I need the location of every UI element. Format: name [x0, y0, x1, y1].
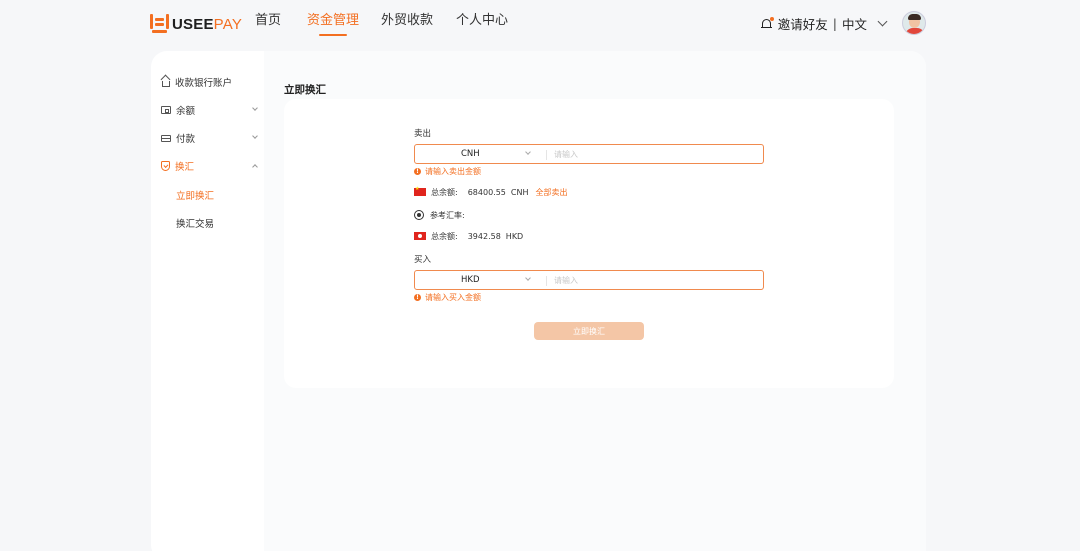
logo-text-part1: USEE	[172, 15, 214, 33]
avatar[interactable]	[902, 11, 926, 35]
sidebar-item-label: 付款	[176, 134, 196, 145]
sidebar-item-balance[interactable]: 余额	[161, 102, 258, 118]
reference-rate-label: 参考汇率:	[430, 210, 465, 220]
header-right: 邀请好友 | 中文	[760, 11, 926, 35]
logo-text-part2: PAY	[213, 15, 243, 33]
sidebar-item-label: 余额	[176, 106, 196, 117]
chevron-up-icon	[252, 164, 258, 170]
chevron-down-icon	[252, 105, 258, 111]
buy-balance-value: 3942.58	[467, 231, 501, 241]
sell-currency-select[interactable]: CNH	[461, 149, 480, 159]
sidebar: 收款银行账户 余额 付款 换汇 立即换汇 换汇交易	[151, 51, 263, 551]
chevron-down-icon[interactable]	[525, 275, 531, 281]
logo-mark-icon	[150, 14, 169, 34]
content-area: 立即换汇 卖出 CNH ! 请输入卖出金额 总余额: 68400	[264, 51, 926, 551]
sidebar-item-label: 收款银行账户	[175, 78, 233, 89]
home-icon	[162, 80, 170, 87]
buy-error-message: ! 请输入买入金额	[414, 292, 481, 303]
header-separator: |	[832, 15, 837, 31]
sell-amount-row: CNH	[414, 144, 764, 164]
exchange-panel: 卖出 CNH ! 请输入卖出金额 总余额: 68400.55 CNH 全部卖出	[284, 99, 894, 388]
sell-balance-row: 总余额: 68400.55 CNH 全部卖出	[414, 186, 567, 198]
error-icon: !	[414, 294, 421, 301]
sell-error-text: 请输入卖出金额	[425, 167, 481, 176]
buy-balance-row: 总余额: 3942.58 HKD	[414, 230, 523, 242]
wallet-icon	[161, 106, 171, 114]
invite-friends-link[interactable]: 邀请好友	[778, 14, 828, 33]
china-flag-icon	[414, 186, 426, 196]
main-card: 收款银行账户 余额 付款 换汇 立即换汇 换汇交易 立即换汇 卖出 CNH 请输…	[151, 51, 926, 551]
buy-amount-row: HKD	[414, 270, 764, 290]
sell-balance-value: 68400.55	[467, 187, 506, 197]
nav-trade-collection[interactable]: 外贸收款	[381, 12, 433, 32]
nav-fund-management[interactable]: 资金管理	[307, 12, 359, 36]
sell-balance-currency: CNH	[510, 187, 529, 197]
card-icon	[161, 134, 171, 142]
buy-balance-label: 总余额:	[431, 231, 458, 241]
sidebar-item-exchange[interactable]: 换汇	[161, 158, 258, 174]
buy-currency-select[interactable]: HKD	[461, 275, 480, 285]
page-title: 立即换汇	[284, 84, 326, 96]
logo-text: USEEPAY	[172, 16, 242, 33]
chevron-down-icon[interactable]	[877, 16, 888, 27]
sell-amount-input[interactable]	[554, 147, 754, 161]
exchange-rate-icon	[414, 210, 424, 220]
sidebar-item-bank-accounts[interactable]: 收款银行账户	[161, 74, 257, 90]
error-icon: !	[414, 168, 421, 175]
buy-amount-input[interactable]	[554, 273, 754, 287]
sidebar-item-payment[interactable]: 付款	[161, 130, 258, 146]
top-header: USEEPAY 首页 资金管理 外贸收款 个人中心 邀请好友 | 中文	[0, 0, 1080, 46]
hong-kong-flag-icon	[414, 232, 426, 240]
exchange-now-button[interactable]: 立即换汇	[534, 322, 644, 340]
bell-icon[interactable]	[760, 16, 774, 30]
buy-label: 买入	[414, 255, 432, 265]
buy-error-text: 请输入买入金额	[425, 293, 481, 302]
sell-error-message: ! 请输入卖出金额	[414, 166, 481, 177]
nav-personal-center[interactable]: 个人中心	[456, 12, 508, 32]
sell-label: 卖出	[414, 129, 432, 139]
language-selector[interactable]: 中文	[842, 14, 867, 33]
buy-balance-currency: HKD	[505, 231, 524, 241]
rate-row: 参考汇率:	[414, 209, 465, 221]
field-divider	[546, 276, 547, 286]
sidebar-subitem-exchange-transactions[interactable]: 换汇交易	[176, 216, 214, 230]
sidebar-subitem-exchange-now[interactable]: 立即换汇	[176, 188, 214, 202]
field-divider	[546, 150, 547, 160]
useepay-logo[interactable]: USEEPAY	[150, 13, 242, 35]
sell-all-link[interactable]: 全部卖出	[535, 187, 567, 198]
shield-icon	[161, 161, 170, 171]
chevron-down-icon	[252, 133, 258, 139]
nav-home[interactable]: 首页	[255, 12, 281, 32]
chevron-down-icon[interactable]	[525, 149, 531, 155]
sell-balance-label: 总余额:	[431, 187, 458, 197]
sidebar-item-label: 换汇	[175, 162, 195, 173]
